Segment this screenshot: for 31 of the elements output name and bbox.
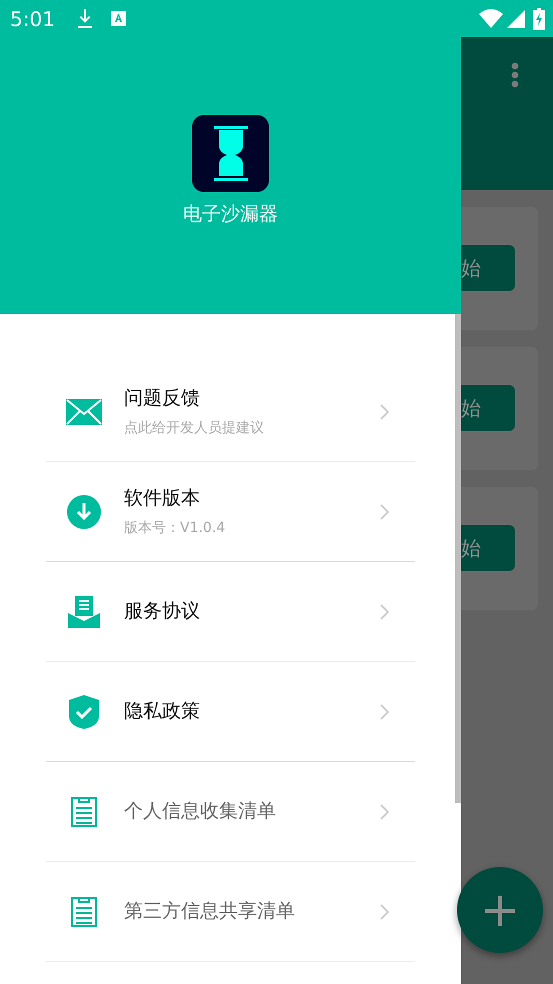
battery-icon [533,8,545,30]
start-button[interactable]: 始 [461,385,515,431]
shield-check-icon [66,694,102,728]
menu-item-title[interactable]: 服务协议 [124,597,380,626]
download-circle-icon [66,494,102,528]
menu-item-title[interactable]: 软件版本 [124,484,380,512]
menu-item-title[interactable]: 问题反馈 [124,384,380,412]
chevron-right-icon [380,704,389,720]
start-button[interactable]: 始 [461,525,515,571]
chevron-right-icon [380,604,389,620]
add-button[interactable]: + [457,867,543,953]
download-icon [76,8,93,28]
wifi-icon [479,9,503,28]
start-button[interactable]: 始 [461,245,515,291]
hourglass-app-icon [192,115,269,192]
menu-item-subtitle: 点此给开发人员提建议 [124,419,265,438]
chevron-right-icon [380,504,389,520]
more-icon [511,62,519,88]
status-time: 5:01 [10,6,55,32]
signal-icon [507,10,525,28]
document-tray-icon [66,596,102,628]
chevron-right-icon [380,404,389,420]
menu-item-subtitle: 版本号：V1.0.4 [124,519,226,538]
menu-item-title[interactable]: 个人信息收集清单 [124,797,380,826]
chevron-right-icon [380,904,389,920]
chevron-right-icon [380,804,389,820]
menu-item-title[interactable]: 第三方信息共享清单 [124,897,380,926]
envelope-icon [66,398,102,424]
app-name: 电子沙漏器 [183,202,278,227]
keyboard-icon [110,11,126,26]
menu-item-title[interactable]: 隐私政策 [124,697,380,726]
